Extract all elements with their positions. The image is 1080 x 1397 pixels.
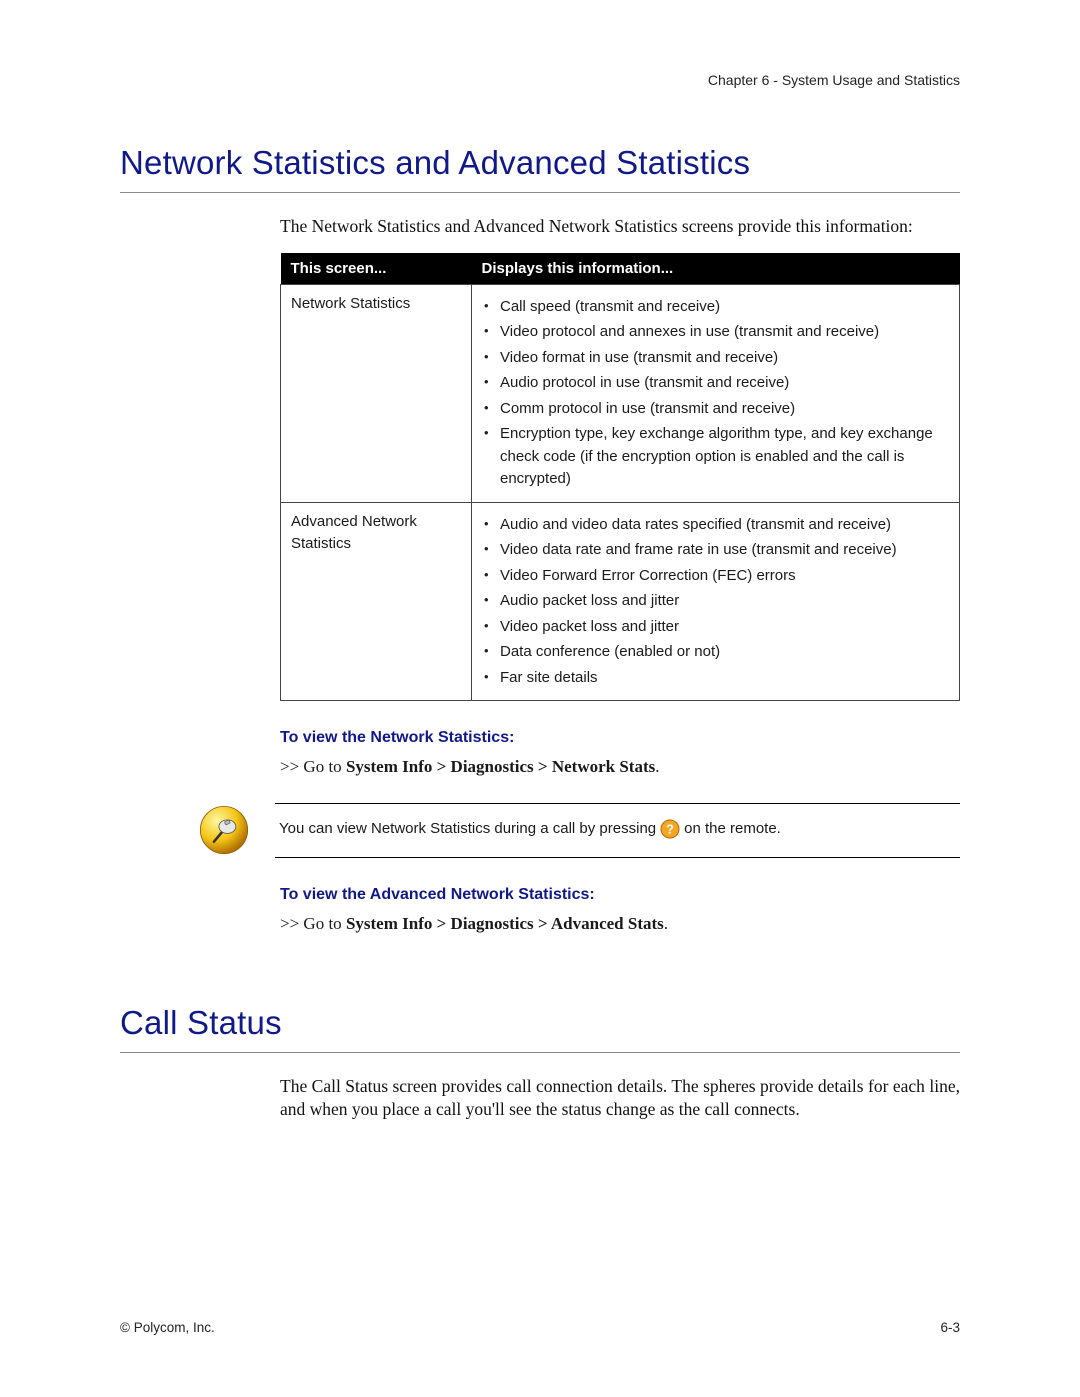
note-text-pre: You can view Network Statistics during a… [279,818,656,841]
step-adv-stats: >> Go to System Info > Diagnostics > Adv… [280,914,960,934]
step-path: System Info > Diagnostics > Advanced Sta… [346,914,664,933]
step-path: System Info > Diagnostics > Network Stat… [346,757,655,776]
step-prefix: >> Go to [280,757,346,776]
note-box: You can view Network Statistics during a… [275,803,960,858]
table-head-col1: This screen... [281,253,472,285]
running-header: Chapter 6 - System Usage and Statistics [708,72,960,88]
heading-network-statistics: Network Statistics and Advanced Statisti… [120,144,960,193]
heading-call-status: Call Status [120,1004,960,1053]
table-cell-content: Audio and video data rates specified (tr… [472,502,960,701]
pushpin-icon [195,803,253,857]
page: Chapter 6 - System Usage and Statistics … [0,0,1080,1397]
list-item: Audio protocol in use (transmit and rece… [482,372,949,395]
footer-right: 6-3 [940,1320,960,1335]
note-row: You can view Network Statistics during a… [195,803,960,858]
table-cell-label: Network Statistics [281,284,472,502]
note-text-post: on the remote. [684,818,781,841]
list-item: Video data rate and frame rate in use (t… [482,539,949,562]
call-status-body: The Call Status screen provides call con… [280,1075,960,1122]
table-cell-content: Call speed (transmit and receive) Video … [472,284,960,502]
step-network-stats: >> Go to System Info > Diagnostics > Net… [280,757,960,777]
list-item: Video format in use (transmit and receiv… [482,347,949,370]
list-item: Data conference (enabled or not) [482,641,949,664]
table-row: Advanced Network Statistics Audio and vi… [281,502,960,701]
table-head-col2: Displays this information... [472,253,960,285]
list-item: Comm protocol in use (transmit and recei… [482,398,949,421]
step-prefix: >> Go to [280,914,346,933]
step-suffix: . [655,757,659,776]
step-suffix: . [664,914,668,933]
list-item: Audio packet loss and jitter [482,590,949,613]
table-cell-label: Advanced Network Statistics [281,502,472,701]
body-column: The Network Statistics and Advanced Netw… [280,215,960,934]
list-item: Video packet loss and jitter [482,616,949,639]
table-row: Network Statistics Call speed (transmit … [281,284,960,502]
list-item: Call speed (transmit and receive) [482,296,949,319]
footer: © Polycom, Inc. 6-3 [120,1320,960,1335]
list-item: Far site details [482,667,949,690]
list-item: Encryption type, key exchange algorithm … [482,423,949,491]
subhead-view-adv-network-stats: To view the Advanced Network Statistics: [280,886,960,904]
help-icon: ? [660,819,680,839]
list-item: Audio and video data rates specified (tr… [482,514,949,537]
list-item: Video Forward Error Correction (FEC) err… [482,565,949,588]
intro-paragraph: The Network Statistics and Advanced Netw… [280,215,960,239]
list-item: Video protocol and annexes in use (trans… [482,321,949,344]
info-table: This screen... Displays this information… [280,253,960,702]
svg-text:?: ? [666,822,674,837]
footer-left: © Polycom, Inc. [120,1320,215,1335]
subhead-view-network-stats: To view the Network Statistics: [280,729,960,747]
